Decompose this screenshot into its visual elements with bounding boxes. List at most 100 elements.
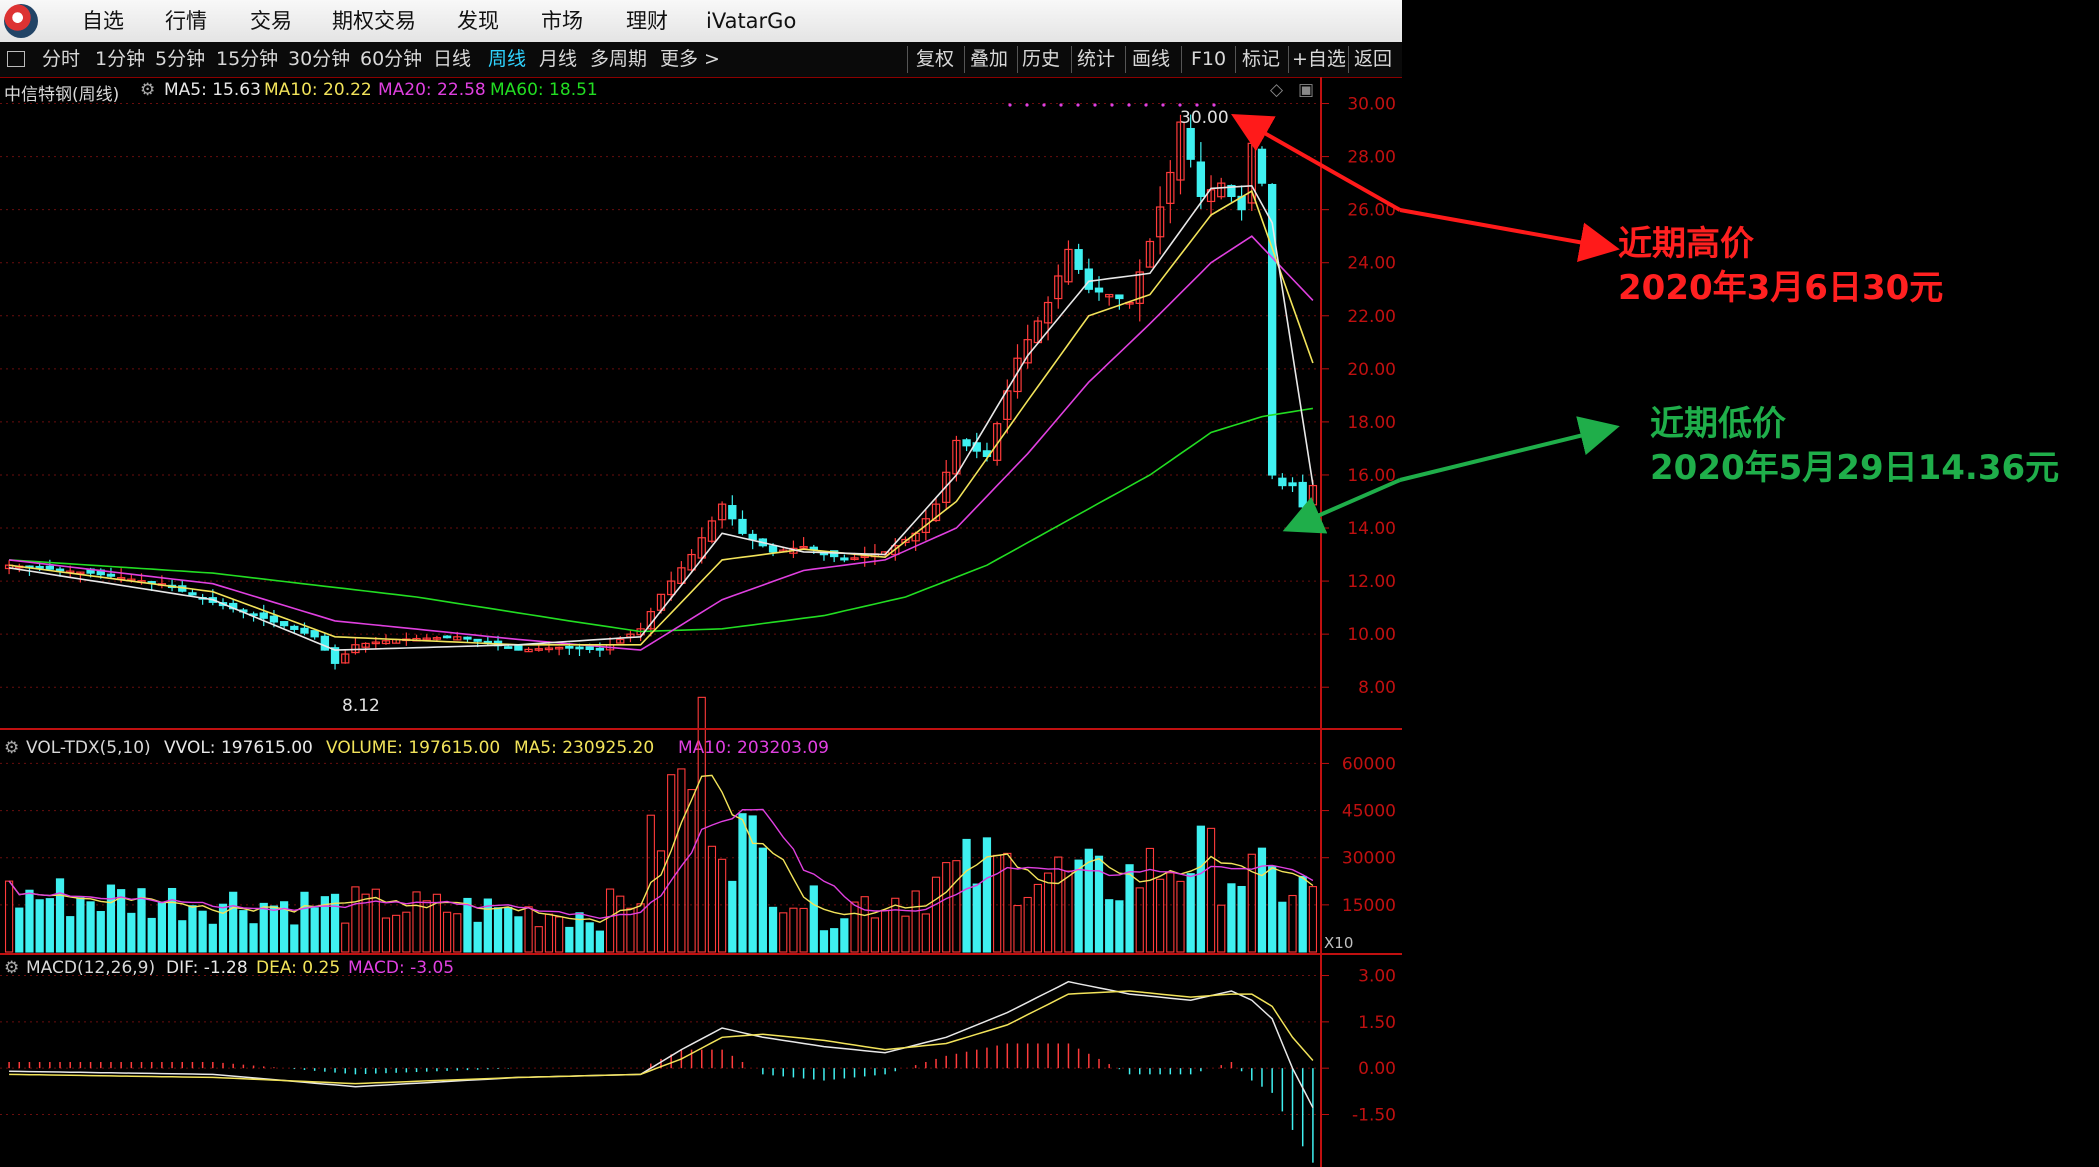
- volume-bar: [1166, 872, 1175, 953]
- reference-dot: [1144, 103, 1148, 107]
- volume-bar: [789, 907, 798, 953]
- recent-low-annotation: 近期低价 2020年5月29日14.36元: [1650, 402, 2059, 490]
- tab-60min[interactable]: 60分钟: [360, 42, 422, 77]
- volume-bar: [1298, 875, 1307, 953]
- volume-bar: [392, 914, 401, 953]
- volume-bar: [1156, 878, 1165, 953]
- overlay-button[interactable]: 叠加: [970, 42, 1008, 77]
- candle-body: [259, 612, 268, 619]
- menu-item-trade[interactable]: 交易: [250, 0, 292, 42]
- volume-bar: [942, 862, 951, 953]
- volume-bar: [25, 889, 34, 953]
- reference-dot: [1161, 103, 1165, 107]
- volume-bar: [534, 926, 543, 953]
- candle-body: [1074, 249, 1083, 270]
- menu-item-options-trade[interactable]: 期权交易: [332, 0, 416, 42]
- volume-tick-label: 60000: [1342, 754, 1396, 774]
- volume-bar: [585, 922, 594, 953]
- toolbar-divider: [1288, 46, 1289, 73]
- volume-bar: [1054, 856, 1063, 953]
- volume-bar: [473, 921, 482, 953]
- volume-bar: [351, 886, 360, 953]
- tab-5min[interactable]: 5分钟: [155, 42, 205, 77]
- f10-button[interactable]: F10: [1191, 42, 1226, 77]
- menu-item-ivatargo[interactable]: iVatarGo: [706, 0, 796, 42]
- tab-intraday[interactable]: 分时: [42, 42, 80, 77]
- kline-chart[interactable]: 8.00 10.00 12.00 14.00 16.00 18.00 20.00 22.00 2…: [0, 77, 1402, 1167]
- price-tick-label: 30.00: [1347, 95, 1396, 115]
- volume-bar: [830, 928, 839, 953]
- tab-monthly[interactable]: 月线: [539, 42, 577, 77]
- candle-body: [504, 646, 513, 649]
- volume-bar: [453, 913, 462, 953]
- volume-bar: [147, 917, 156, 953]
- volume-bar: [1064, 870, 1073, 953]
- volume-bar: [555, 916, 564, 953]
- volume-bar: [993, 854, 1002, 953]
- volume-bar: [605, 888, 615, 953]
- recent-low-detail: 2020年5月29日14.36元: [1650, 448, 2060, 488]
- tab-1min[interactable]: 1分钟: [95, 42, 145, 77]
- volume-bar: [269, 905, 279, 953]
- volume-bar: [157, 901, 166, 953]
- history-button[interactable]: 历史: [1022, 42, 1060, 77]
- tab-multi-period[interactable]: 多周期: [590, 42, 647, 77]
- candle-body: [290, 625, 299, 630]
- volume-ma-line: [8, 774, 1314, 923]
- volume-bar: [595, 930, 604, 953]
- volume-bar: [1125, 864, 1134, 953]
- high-arrow-tail: [1399, 208, 1620, 263]
- volume-bar: [616, 895, 625, 953]
- candle-body: [840, 557, 849, 561]
- draw-line-button[interactable]: 画线: [1132, 42, 1170, 77]
- candle-body: [300, 627, 309, 634]
- price-tick-label: 10.00: [1347, 625, 1396, 645]
- candle-body: [45, 565, 55, 570]
- price-tick-label: 20.00: [1347, 360, 1396, 380]
- tab-daily[interactable]: 日线: [433, 42, 471, 77]
- volume-bar: [96, 911, 105, 953]
- volume-bar: [758, 847, 767, 953]
- volume-bar: [1288, 894, 1297, 953]
- menu-item-wealth[interactable]: 理财: [626, 0, 668, 42]
- volume-bar: [565, 926, 574, 953]
- low-price-marker: 8.12: [342, 696, 380, 716]
- volume-bar: [463, 897, 472, 953]
- menu-item-quotes[interactable]: 行情: [165, 0, 207, 42]
- add-watchlist-button[interactable]: +自选: [1292, 42, 1346, 77]
- menu-item-market[interactable]: 市场: [541, 0, 583, 42]
- toolbar-divider: [964, 46, 965, 73]
- back-button[interactable]: 返回: [1354, 42, 1392, 77]
- tab-more[interactable]: 更多 >: [660, 42, 720, 77]
- candle-body: [442, 635, 452, 639]
- stats-button[interactable]: 统计: [1077, 42, 1115, 77]
- tab-15min[interactable]: 15分钟: [216, 42, 278, 77]
- volume-bar: [66, 916, 75, 953]
- volume-bar: [1227, 883, 1236, 953]
- volume-bar: [76, 897, 85, 953]
- menu-item-watchlist[interactable]: 自选: [82, 0, 124, 42]
- adjust-button[interactable]: 复权: [916, 42, 954, 77]
- volume-bar: [1013, 904, 1022, 953]
- volume-bar: [4, 880, 14, 953]
- mark-button[interactable]: 标记: [1242, 42, 1280, 77]
- menu-item-discover[interactable]: 发现: [457, 0, 499, 42]
- volume-bar: [544, 913, 554, 953]
- toolbar-divider: [1071, 46, 1072, 73]
- candle-body: [310, 630, 319, 638]
- volume-bar: [779, 912, 788, 953]
- recent-high-title: 近期高价: [1618, 224, 1754, 264]
- candle-body: [1278, 477, 1287, 487]
- reference-dot: [1008, 103, 1012, 107]
- candle-body: [1094, 287, 1104, 293]
- volume-bar: [1268, 866, 1277, 953]
- tab-30min[interactable]: 30分钟: [288, 42, 350, 77]
- volume-bar: [667, 774, 676, 953]
- volume-bar: [504, 906, 513, 953]
- tab-weekly[interactable]: 周线: [488, 42, 526, 77]
- volume-bar: [697, 696, 706, 953]
- candle-body: [768, 545, 778, 553]
- app-logo-icon[interactable]: [4, 4, 38, 38]
- reference-dot: [1042, 103, 1046, 107]
- layout-toggle-icon[interactable]: [7, 51, 25, 67]
